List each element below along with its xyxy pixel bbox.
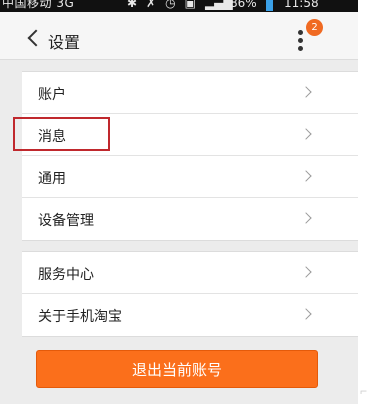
signal-icon: ▂▄▆ [204,0,233,10]
carrier-label: 中国移动 3G [2,0,75,10]
row-label: 服务中心 [38,267,94,283]
logout-button[interactable]: 退出当前账号 [36,350,318,388]
corner-mark: ⌐ [360,384,368,398]
chevron-right-icon [300,212,312,224]
settings-group-main: 账户 消息 通用 设备管理 [22,71,358,241]
alarm-icon: ◷ [165,0,176,10]
settings-row-about[interactable]: 关于手机淘宝 [22,294,358,336]
clock: 11:58 [284,0,319,10]
status-icons: ✱ ✗ ◷ ▣ ▂▄▆ [127,0,233,9]
row-label: 设备管理 [38,213,94,229]
settings-row-device-management[interactable]: 设备管理 [22,198,358,240]
status-bar: 中国移动 3G ✱ ✗ ◷ ▣ ▂▄▆ 86% 11:58 [0,0,358,12]
chevron-right-icon [300,86,312,98]
bluetooth-icon: ✱ [127,0,138,10]
highlight-box [13,117,110,151]
settings-row-account[interactable]: 账户 [22,72,358,114]
settings-group-about: 服务中心 关于手机淘宝 [22,251,358,337]
back-arrow-icon[interactable] [27,29,45,47]
battery-icon [266,0,273,11]
notification-badge: 2 [306,19,323,36]
header: 设置 2 [0,12,358,60]
sim-icon: ▣ [184,0,196,10]
settings-row-service-center[interactable]: 服务中心 [22,252,358,294]
chevron-right-icon [300,266,312,278]
battery-percent: 86% [230,0,257,10]
chevron-right-icon [300,308,312,320]
page-title[interactable]: 设置 [48,29,80,53]
chevron-right-icon [300,128,312,140]
row-label: 账户 [38,87,66,103]
more-menu-icon[interactable] [298,30,304,52]
chevron-right-icon [300,170,312,182]
settings-row-general[interactable]: 通用 [22,156,358,198]
row-label: 通用 [38,171,66,187]
mute-icon: ✗ [146,0,157,10]
row-label: 关于手机淘宝 [38,309,122,325]
phone-screen: 中国移动 3G ✱ ✗ ◷ ▣ ▂▄▆ 86% 11:58 设置 2 账户 消息… [0,0,358,404]
